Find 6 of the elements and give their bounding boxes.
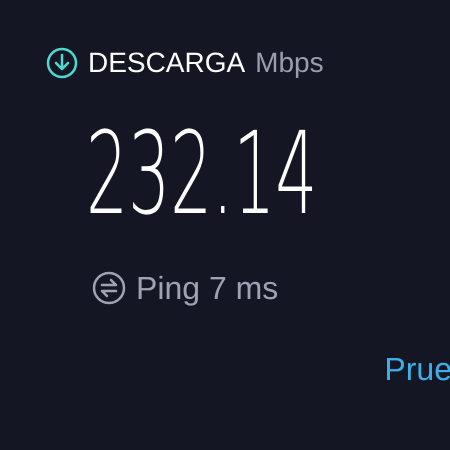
ping-label: Ping 7 ms (136, 272, 278, 304)
download-icon (46, 47, 78, 79)
ping-icon (92, 271, 126, 305)
unit-label: Mbps (255, 49, 324, 77)
download-label: DESCARGA (88, 49, 246, 77)
download-speed: 232.14 (86, 117, 318, 231)
